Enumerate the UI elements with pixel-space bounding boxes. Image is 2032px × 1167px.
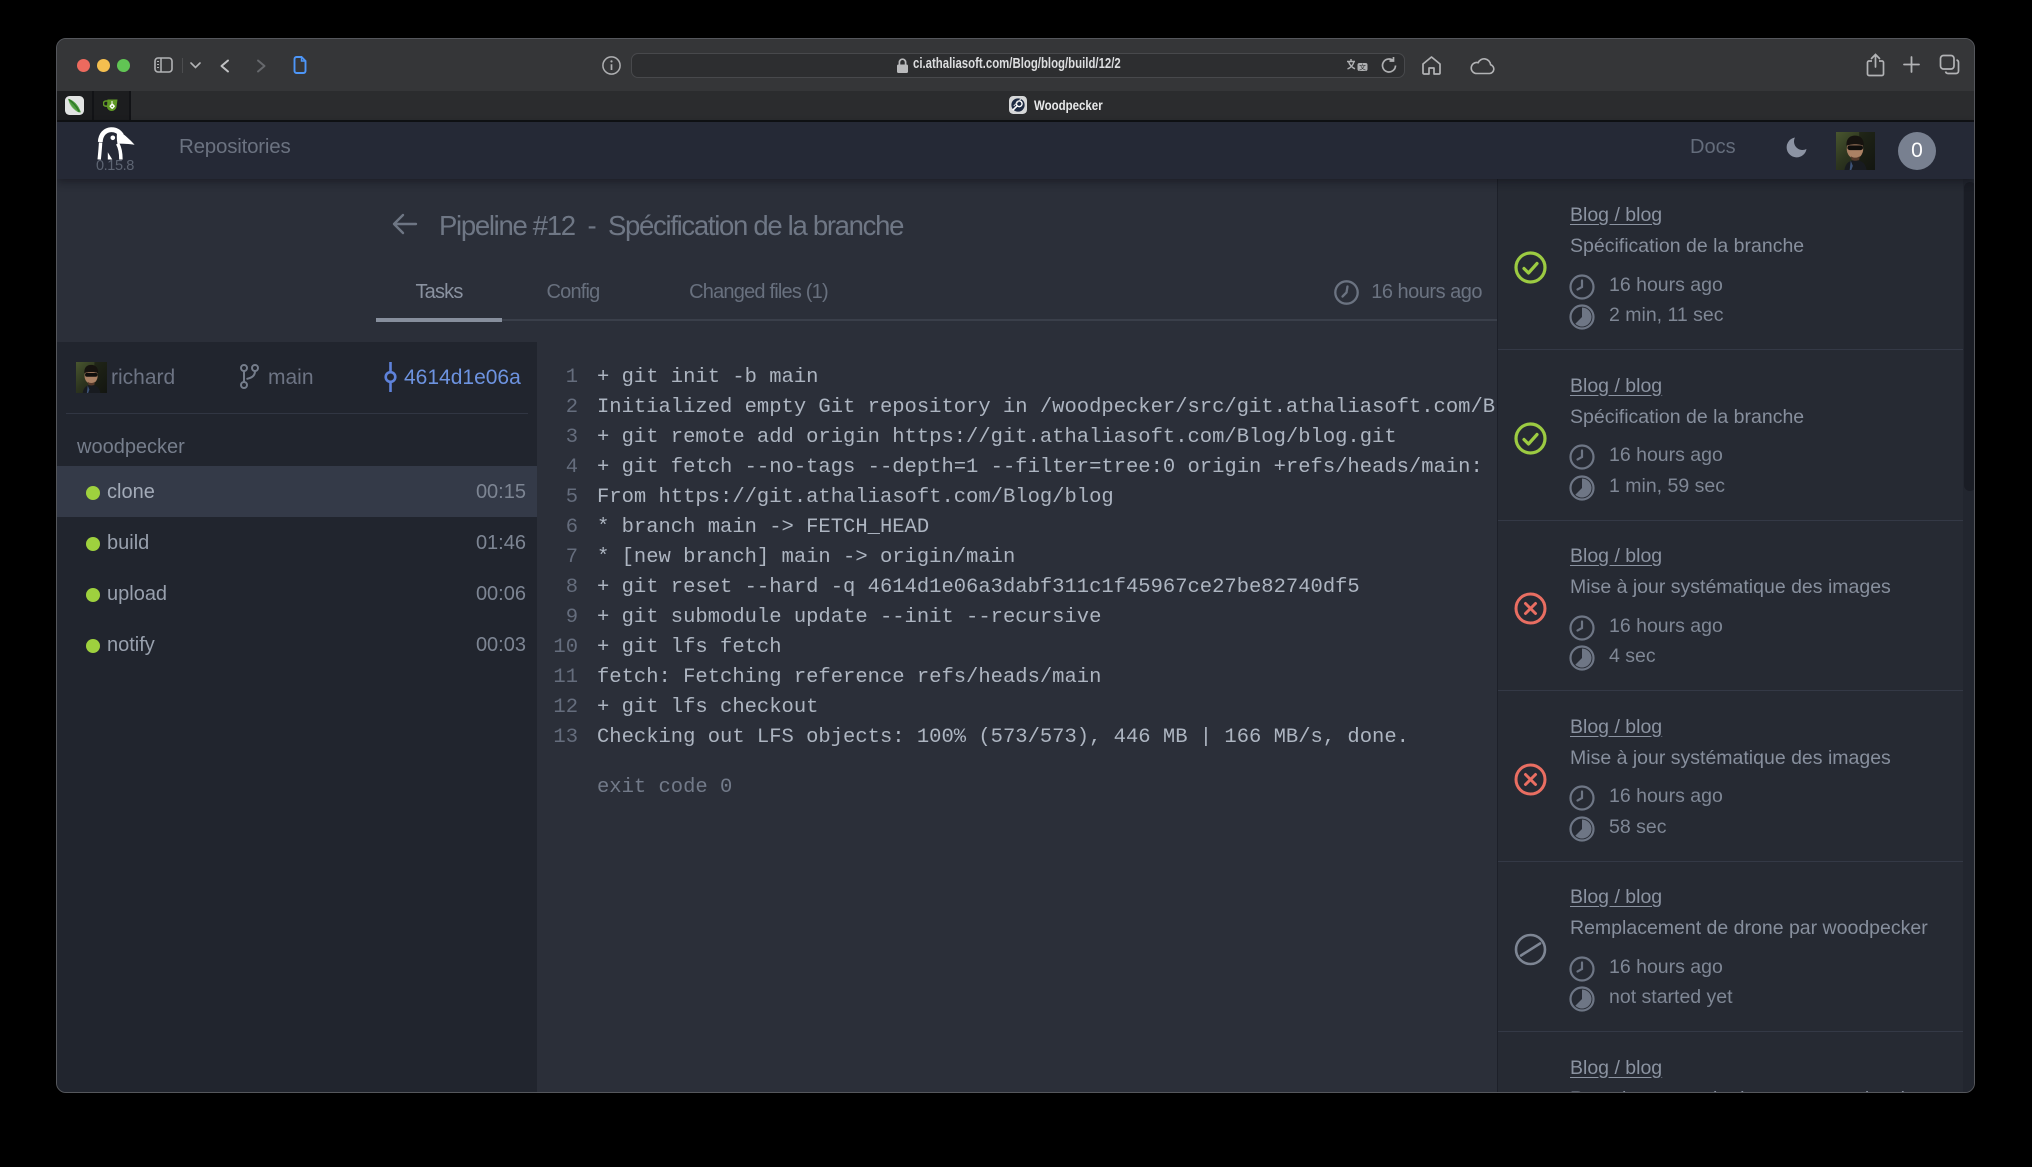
- svg-text:文: 文: [1359, 63, 1366, 72]
